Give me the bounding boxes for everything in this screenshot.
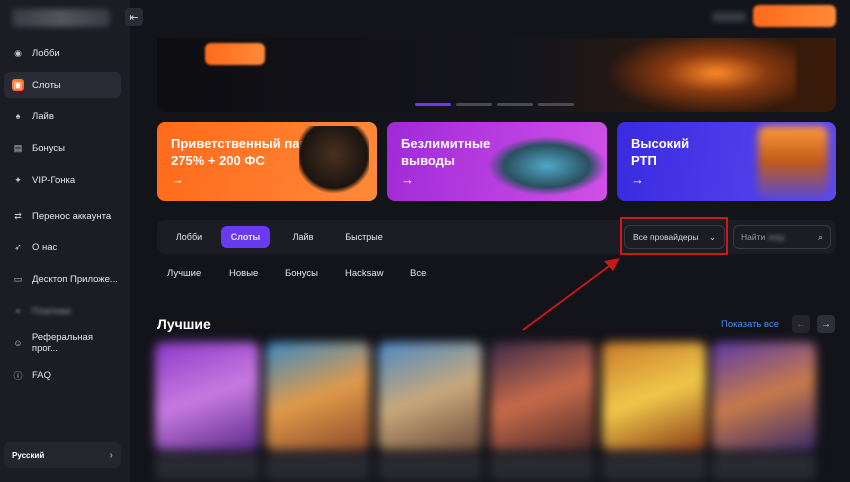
info-icon: ⓘ xyxy=(13,370,23,381)
sidebar-item-faq[interactable]: ⓘ FAQ xyxy=(4,362,121,388)
game-card-caption xyxy=(490,454,594,480)
sidebar-item-referral[interactable]: ☺ Реферальная прог... xyxy=(4,330,121,356)
app: ◉ Лобби ▣ Слоты ♠ Лайв ▤ Бонусы ✦ VIP-Го… xyxy=(0,0,850,482)
game-card-caption xyxy=(155,454,259,480)
arrow-right-icon[interactable]: → xyxy=(817,315,835,333)
register-button[interactable] xyxy=(753,5,836,27)
hero-cta-button[interactable] xyxy=(205,43,265,65)
sidebar-item-label: Лайв xyxy=(32,110,54,122)
subfilter-all[interactable]: Все xyxy=(410,268,426,279)
game-card[interactable] xyxy=(712,342,816,450)
sidebar-item-label: Реферальная прог... xyxy=(31,332,93,354)
sidebar-item-about[interactable]: ➶ О нас xyxy=(4,234,121,260)
game-card[interactable] xyxy=(490,342,594,450)
logo[interactable] xyxy=(12,9,110,27)
sidebar-item-label: Лобби xyxy=(32,47,60,59)
lobby-icon: ◉ xyxy=(14,47,22,58)
sidebar-item-label: Десктоп Приложе... xyxy=(32,273,118,285)
transfer-icon: ⇄ xyxy=(14,210,22,221)
subfilter-new[interactable]: Новые xyxy=(229,268,258,279)
game-card[interactable] xyxy=(266,342,370,450)
section-title: Лучшие xyxy=(157,316,211,332)
search-icon[interactable]: ⌕ xyxy=(818,232,823,243)
game-card[interactable] xyxy=(602,342,706,450)
sidebar-item-lobby[interactable]: ◉ Лобби xyxy=(4,40,121,66)
subfilter-best[interactable]: Лучшие xyxy=(167,268,201,279)
bonus-icon: ▤ xyxy=(13,142,23,153)
promo-welcome-package[interactable]: Приветственный пакет 275% + 200 ФС → xyxy=(157,122,377,201)
hero-car-image xyxy=(596,38,796,112)
game-card-caption xyxy=(378,454,482,480)
sidebar-item-label: Слоты xyxy=(32,79,61,91)
collapse-sidebar-icon[interactable]: ⇤ xyxy=(125,8,143,26)
sidebar-item-label: Бонусы xyxy=(32,142,65,154)
carousel-dot[interactable] xyxy=(456,103,492,106)
arrow-left-icon[interactable]: ← xyxy=(792,315,810,333)
sidebar-item-label: Перенос аккаунта xyxy=(32,210,112,222)
payments-icon: ▪ xyxy=(16,306,20,316)
subfilter-bonuses[interactable]: Бонусы xyxy=(285,268,318,279)
promo-image xyxy=(758,126,828,198)
sidebar: ◉ Лобби ▣ Слоты ♠ Лайв ▤ Бонусы ✦ VIP-Го… xyxy=(0,0,130,482)
search-placeholder: Найти xyxy=(741,232,766,242)
tab-fast[interactable]: Быстрые xyxy=(337,226,391,248)
search-placeholder-blurred: игру xyxy=(768,232,785,242)
sidebar-item-desktop-app[interactable]: ▭ Десктоп Приложе... xyxy=(4,266,121,292)
tab-lobby[interactable]: Лобби xyxy=(165,226,213,248)
chevron-right-icon: › xyxy=(109,449,113,461)
show-all-link[interactable]: Показать все xyxy=(721,319,779,330)
sidebar-item-slots[interactable]: ▣ Слоты xyxy=(4,72,121,98)
carousel-dots xyxy=(415,103,574,106)
promo-high-rtp[interactable]: Высокий РТП → xyxy=(617,122,836,201)
promo-image xyxy=(487,136,607,196)
carousel-dot[interactable] xyxy=(415,103,451,106)
sidebar-item-transfer[interactable]: ⇄ Перенос аккаунта xyxy=(4,203,121,229)
carousel-dot[interactable] xyxy=(538,103,574,106)
sidebar-item-vip[interactable]: ✦ VIP-Гонка xyxy=(4,167,121,193)
referral-icon: ☺ xyxy=(13,338,23,348)
subfilter-hacksaw[interactable]: Hacksaw xyxy=(345,268,384,279)
rocket-icon: ➶ xyxy=(14,241,22,252)
vip-icon: ✦ xyxy=(14,174,22,185)
carousel-dot[interactable] xyxy=(497,103,533,106)
sidebar-item-label: Платежи xyxy=(32,305,71,317)
promo-image xyxy=(299,126,369,198)
hero-banner[interactable] xyxy=(157,38,836,112)
arrow-right-icon: → xyxy=(171,172,184,187)
tab-slots[interactable]: Слоты xyxy=(221,226,270,248)
game-card[interactable] xyxy=(155,342,259,450)
sidebar-item-label: О нас xyxy=(32,241,58,253)
slots-icon: ▣ xyxy=(12,79,24,91)
language-label: Русский xyxy=(12,450,45,460)
sidebar-item-label: VIP-Гонка xyxy=(32,174,76,186)
arrow-right-icon: → xyxy=(401,172,414,187)
sidebar-item-bonuses[interactable]: ▤ Бонусы xyxy=(4,135,121,161)
promo-unlimited-withdrawals[interactable]: Безлимитные выводы → xyxy=(387,122,607,201)
game-card-caption xyxy=(266,454,370,480)
search-input[interactable]: Найти игру ⌕ xyxy=(733,225,831,249)
live-icon: ♠ xyxy=(15,111,21,121)
login-link[interactable] xyxy=(712,12,746,22)
game-card-caption xyxy=(712,454,816,480)
language-selector[interactable]: Русский › xyxy=(4,442,121,468)
sidebar-item-label: FAQ xyxy=(32,369,52,381)
desktop-icon: ▭ xyxy=(13,273,23,284)
game-grid xyxy=(150,342,840,482)
sidebar-item-payments[interactable]: ▪ Платежи xyxy=(4,298,121,324)
tab-live[interactable]: Лайв xyxy=(279,226,327,248)
game-card-caption xyxy=(602,454,706,480)
game-card[interactable] xyxy=(378,342,482,450)
arrow-right-icon: → xyxy=(631,172,644,187)
annotation-highlight-box xyxy=(620,217,728,255)
sidebar-item-live[interactable]: ♠ Лайв xyxy=(4,103,121,129)
game-filter-bar: Лобби Слоты Лайв Быстрые Все провайдеры … xyxy=(157,220,836,254)
